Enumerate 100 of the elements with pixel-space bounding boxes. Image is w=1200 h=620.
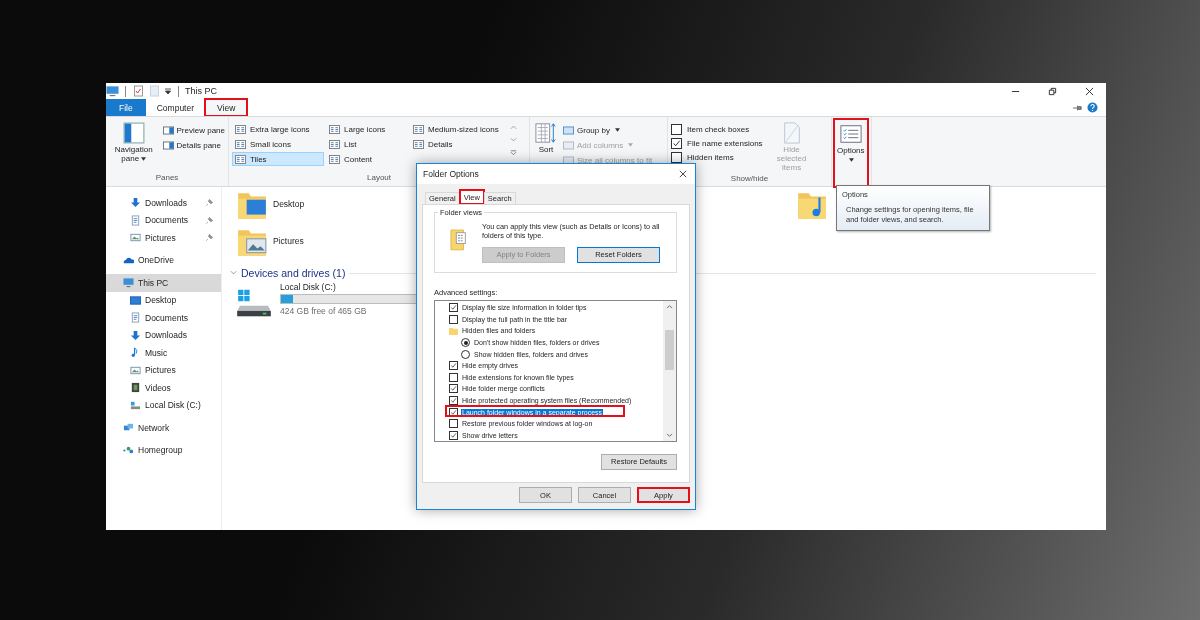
details-pane-button[interactable]: Details pane xyxy=(162,139,225,151)
nav-item[interactable]: This PC xyxy=(106,274,221,292)
group-label: Show/hide xyxy=(730,174,769,186)
monitor-icon xyxy=(130,294,141,306)
free-space-text: 424 GB free of 465 GB xyxy=(280,306,368,316)
checkbox[interactable] xyxy=(449,407,458,417)
ribbon-tab[interactable]: Computer xyxy=(145,99,206,116)
restore-icon xyxy=(1047,86,1057,96)
preview-pane-button[interactable]: Preview pane xyxy=(162,124,225,136)
nav-item[interactable]: Homegroup xyxy=(106,441,221,459)
nav-item[interactable]: Videos xyxy=(106,379,221,397)
down-arrow-icon xyxy=(130,197,141,209)
caret-icon xyxy=(141,156,147,161)
checklist-icon[interactable] xyxy=(132,85,145,97)
help-icon[interactable] xyxy=(1087,102,1098,113)
ribbon-checkbox[interactable]: File name extensions xyxy=(671,138,763,149)
picture-icon xyxy=(130,232,141,244)
ribbon-tab[interactable]: File xyxy=(106,99,146,116)
caret-icon[interactable] xyxy=(164,87,172,95)
sort-icon xyxy=(535,122,557,144)
pin-icon xyxy=(206,216,213,224)
caret-icon xyxy=(849,157,855,162)
folder-icon xyxy=(449,326,458,335)
nav-item[interactable]: Pictures xyxy=(106,229,221,247)
nav-item[interactable]: Network xyxy=(106,419,221,437)
pin-icon xyxy=(206,199,213,207)
ribbon-checkbox[interactable]: Item check boxes xyxy=(671,124,763,135)
layout-option[interactable]: Content xyxy=(326,152,408,166)
pin-icon xyxy=(206,234,213,242)
layout-option[interactable]: Small icons xyxy=(232,137,324,151)
checkbox[interactable] xyxy=(449,372,458,382)
checkbox[interactable] xyxy=(449,419,458,429)
nav-item[interactable]: Desktop xyxy=(106,291,221,309)
navigation-pane-button[interactable]: Navigation pane xyxy=(109,120,159,173)
nav-item[interactable]: Music xyxy=(106,344,221,362)
scroll-up-icon[interactable] xyxy=(666,303,673,309)
folder-icon xyxy=(450,227,468,251)
view-icon xyxy=(235,139,246,149)
computer-icon xyxy=(106,85,119,97)
checkbox[interactable] xyxy=(449,396,458,405)
music-note-icon xyxy=(130,347,141,359)
computer-icon xyxy=(123,277,134,289)
columns-icon xyxy=(563,140,574,150)
window-title: This PC xyxy=(185,86,217,96)
nav-item[interactable]: Downloads xyxy=(106,194,221,212)
film-icon xyxy=(130,382,141,394)
pin-icon[interactable] xyxy=(1072,103,1083,112)
pane-icon xyxy=(162,125,174,135)
caret-icon xyxy=(628,143,634,147)
radio-button[interactable] xyxy=(461,338,470,348)
scroll-down-icon[interactable] xyxy=(666,432,673,438)
drive-name[interactable]: Local Disk (C:) xyxy=(280,282,417,292)
group-label: Layout xyxy=(367,173,391,184)
view-command[interactable]: Group by xyxy=(563,124,653,136)
caret-icon xyxy=(614,128,620,132)
options-list-icon xyxy=(839,123,862,145)
checkbox[interactable] xyxy=(449,314,458,324)
ribbon-checkbox[interactable]: Hidden items xyxy=(671,152,763,163)
view-icon xyxy=(413,124,424,134)
drive-icon[interactable] xyxy=(236,288,272,318)
scrollbar[interactable] xyxy=(663,300,676,441)
view-icon xyxy=(329,124,340,134)
layout-option[interactable]: Tiles xyxy=(232,152,324,166)
checkmark-icon xyxy=(672,139,681,148)
layout-option[interactable]: Details xyxy=(410,137,506,151)
nav-item[interactable]: Local Disk (C:) xyxy=(106,396,221,414)
document-icon xyxy=(130,312,141,324)
pane-layout-icon xyxy=(122,122,145,144)
folder-name[interactable]: Desktop xyxy=(273,189,305,209)
columns-icon xyxy=(563,125,574,135)
checkbox[interactable] xyxy=(449,384,458,394)
scroll-thumb[interactable] xyxy=(665,329,674,370)
nav-item[interactable]: OneDrive xyxy=(106,251,221,269)
checkbox[interactable] xyxy=(449,430,458,440)
layout-option[interactable]: List xyxy=(326,137,408,151)
nav-item[interactable]: Documents xyxy=(106,211,221,229)
layout-option[interactable]: Large icons xyxy=(326,122,408,136)
view-icon xyxy=(329,139,340,149)
folder-name[interactable]: Pictures xyxy=(273,226,304,246)
radio-button[interactable] xyxy=(461,349,470,359)
close-icon xyxy=(1084,86,1094,96)
checkbox[interactable] xyxy=(449,303,458,313)
section-heading: Devices and drives (1) xyxy=(241,267,346,279)
nav-item[interactable]: Documents xyxy=(106,309,221,327)
checkbox[interactable] xyxy=(449,361,458,371)
picture-icon xyxy=(130,364,141,376)
layout-option[interactable]: Extra large icons xyxy=(232,122,324,136)
layout-option[interactable]: Medium-sized icons xyxy=(410,122,506,136)
pane-icon xyxy=(162,140,174,150)
view-icon xyxy=(413,139,424,149)
people-icon xyxy=(123,444,134,456)
nav-item[interactable]: Pictures xyxy=(106,361,221,379)
group-label: Panes xyxy=(155,173,179,184)
dialog-title: Folder Options xyxy=(423,169,479,179)
down-arrow-icon xyxy=(130,329,141,341)
nav-item[interactable]: Downloads xyxy=(106,326,221,344)
ribbon-tab[interactable]: View xyxy=(205,99,248,116)
document-icon xyxy=(130,214,141,226)
close-icon[interactable] xyxy=(679,170,687,178)
options-button[interactable]: Options xyxy=(835,120,867,186)
